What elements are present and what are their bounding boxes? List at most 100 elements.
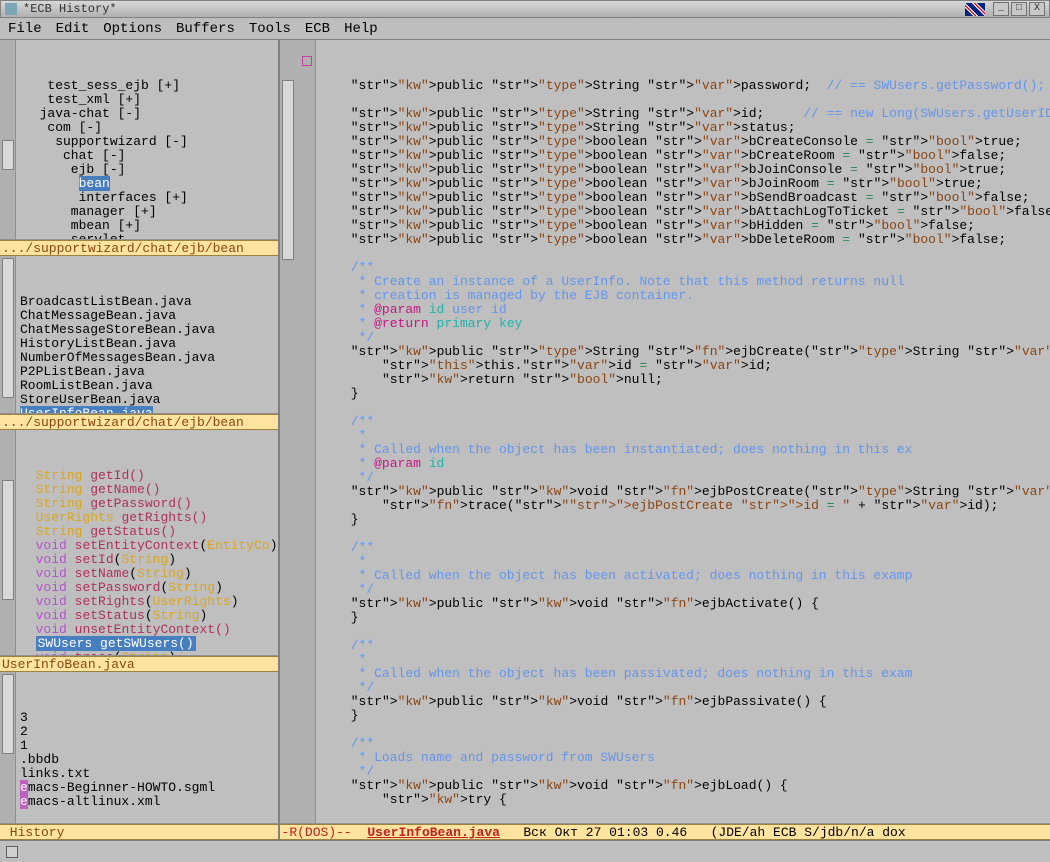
- history-pane[interactable]: 321.bbdblinks.txtemacs-Beginner-HOWTO.sg…: [0, 672, 278, 824]
- code-line[interactable]: "str">"kw">public "str">"type">boolean "…: [320, 233, 1050, 247]
- tree-item[interactable]: supportwizard [-]: [20, 135, 278, 149]
- code-line[interactable]: "str">"kw">public "str">"type">String "s…: [320, 79, 1050, 93]
- code-line[interactable]: "str">"kw">public "str">"kw">void "str">…: [320, 695, 1050, 709]
- method-item[interactable]: void setEntityContext(EntityCo): [20, 539, 278, 553]
- code-line[interactable]: /**: [320, 261, 1050, 275]
- code-line[interactable]: *: [320, 653, 1050, 667]
- source-file-item[interactable]: StoreUserBean.java: [20, 393, 278, 407]
- source-file-item[interactable]: BroadcastListBean.java: [20, 295, 278, 309]
- code-line[interactable]: "str">"kw">public "str">"type">boolean "…: [320, 219, 1050, 233]
- history-item[interactable]: .bbdb: [20, 753, 278, 767]
- history-item[interactable]: 2: [20, 725, 278, 739]
- code-line[interactable]: [320, 625, 1050, 639]
- code-line[interactable]: /**: [320, 737, 1050, 751]
- code-line[interactable]: }: [320, 513, 1050, 527]
- history-item[interactable]: 1: [20, 739, 278, 753]
- source-file-item[interactable]: ChatMessageBean.java: [20, 309, 278, 323]
- scrollbar[interactable]: [282, 80, 294, 260]
- code-line[interactable]: * Create an instance of a UserInfo. Note…: [320, 275, 1050, 289]
- code-line[interactable]: "str">"kw">public "str">"type">boolean "…: [320, 191, 1050, 205]
- code-line[interactable]: * Called when the object has been instan…: [320, 443, 1050, 457]
- code-line[interactable]: * Called when the object has been passiv…: [320, 667, 1050, 681]
- method-item[interactable]: void setRights(UserRights): [20, 595, 278, 609]
- tree-item[interactable]: ejb [-]: [20, 163, 278, 177]
- code-line[interactable]: "str">"kw">public "str">"type">boolean "…: [320, 163, 1050, 177]
- method-item[interactable]: String getName(): [20, 483, 278, 497]
- menu-edit[interactable]: Edit: [56, 22, 90, 36]
- source-file-item[interactable]: HistoryListBean.java: [20, 337, 278, 351]
- methods-pane[interactable]: String getId() String getName() String g…: [0, 430, 278, 656]
- method-item[interactable]: void setStatus(String): [20, 609, 278, 623]
- code-line[interactable]: "str">"kw">public "str">"kw">void "str">…: [320, 779, 1050, 793]
- code-line[interactable]: * Called when the object has been activa…: [320, 569, 1050, 583]
- code-line[interactable]: "str">"kw">public "str">"type">boolean "…: [320, 177, 1050, 191]
- close-button[interactable]: X: [1029, 2, 1045, 16]
- tree-item[interactable]: servlet: [20, 233, 278, 240]
- code-line[interactable]: */: [320, 765, 1050, 779]
- code-line[interactable]: [320, 247, 1050, 261]
- code-line[interactable]: [320, 93, 1050, 107]
- code-line[interactable]: * creation is managed by the EJB contain…: [320, 289, 1050, 303]
- source-file-item[interactable]: RoomListBean.java: [20, 379, 278, 393]
- method-item[interactable]: String getStatus(): [20, 525, 278, 539]
- code-line[interactable]: "str">"kw">return "str">"bool">null;: [320, 373, 1050, 387]
- menu-file[interactable]: File: [8, 22, 42, 36]
- minibuffer[interactable]: [0, 840, 1050, 862]
- method-item[interactable]: void setId(String): [20, 553, 278, 567]
- code-line[interactable]: */: [320, 471, 1050, 485]
- minimize-button[interactable]: _: [993, 2, 1009, 16]
- menu-help[interactable]: Help: [344, 22, 378, 36]
- tree-item[interactable]: com [-]: [20, 121, 278, 135]
- history-item[interactable]: emacs-Beginner-HOWTO.sgml: [20, 781, 278, 795]
- tree-item[interactable]: manager [+]: [20, 205, 278, 219]
- method-item[interactable]: String getPassword(): [20, 497, 278, 511]
- code-line[interactable]: [320, 723, 1050, 737]
- source-file-item[interactable]: P2PListBean.java: [20, 365, 278, 379]
- code-line[interactable]: "str">"kw">public "str">"kw">void "str">…: [320, 597, 1050, 611]
- code-line[interactable]: *: [320, 429, 1050, 443]
- scrollbar[interactable]: [2, 140, 14, 170]
- code-line[interactable]: [320, 401, 1050, 415]
- code-line[interactable]: [320, 527, 1050, 541]
- source-file-item[interactable]: NumberOfMessagesBean.java: [20, 351, 278, 365]
- menu-ecb[interactable]: ECB: [305, 22, 330, 36]
- code-line[interactable]: }: [320, 387, 1050, 401]
- code-line[interactable]: }: [320, 611, 1050, 625]
- code-line[interactable]: "str">"kw">public "str">"type">String "s…: [320, 345, 1050, 359]
- editor-pane[interactable]: "str">"kw">public "str">"type">String "s…: [280, 40, 1050, 824]
- code-line[interactable]: "str">"kw">public "str">"kw">void "str">…: [320, 485, 1050, 499]
- method-item[interactable]: void trace(String): [20, 651, 278, 656]
- maximize-button[interactable]: □: [1011, 2, 1027, 16]
- method-item[interactable]: void setName(String): [20, 567, 278, 581]
- menu-options[interactable]: Options: [103, 22, 162, 36]
- scrollbar[interactable]: [2, 258, 14, 398]
- code-line[interactable]: /**: [320, 639, 1050, 653]
- tree-item[interactable]: bean: [20, 177, 278, 191]
- history-item[interactable]: links.txt: [20, 767, 278, 781]
- method-item[interactable]: void unsetEntityContext(): [20, 623, 278, 637]
- method-item[interactable]: SWUsers getSWUsers(): [20, 637, 278, 651]
- sources-pane[interactable]: BroadcastListBean.javaChatMessageBean.ja…: [0, 256, 278, 414]
- code-line[interactable]: * @param id user id: [320, 303, 1050, 317]
- fold-marker-icon[interactable]: [302, 56, 312, 66]
- tree-item[interactable]: chat [-]: [20, 149, 278, 163]
- source-file-item[interactable]: ChatMessageStoreBean.java: [20, 323, 278, 337]
- code-line[interactable]: "str">"kw">public "str">"type">boolean "…: [320, 205, 1050, 219]
- method-item[interactable]: UserRights getRights(): [20, 511, 278, 525]
- menu-tools[interactable]: Tools: [249, 22, 291, 36]
- code-line[interactable]: * Loads name and password from SWUsers: [320, 751, 1050, 765]
- code-line[interactable]: */: [320, 331, 1050, 345]
- code-line[interactable]: }: [320, 709, 1050, 723]
- scrollbar[interactable]: [2, 674, 14, 754]
- method-item[interactable]: void setPassword(String): [20, 581, 278, 595]
- code-line[interactable]: "str">"fn">trace("str">""str">">ejbPostC…: [320, 499, 1050, 513]
- code-line[interactable]: "str">"kw">public "str">"type">boolean "…: [320, 135, 1050, 149]
- directories-pane[interactable]: test_sess_ejb [+] test_xml [+] java-chat…: [0, 40, 278, 240]
- scrollbar[interactable]: [2, 480, 14, 600]
- code-line[interactable]: */: [320, 583, 1050, 597]
- tree-item[interactable]: test_sess_ejb [+]: [20, 79, 278, 93]
- history-item[interactable]: emacs-altlinux.xml: [20, 795, 278, 809]
- code-line[interactable]: "str">"kw">try {: [320, 793, 1050, 807]
- history-item[interactable]: 3: [20, 711, 278, 725]
- code-line[interactable]: /**: [320, 415, 1050, 429]
